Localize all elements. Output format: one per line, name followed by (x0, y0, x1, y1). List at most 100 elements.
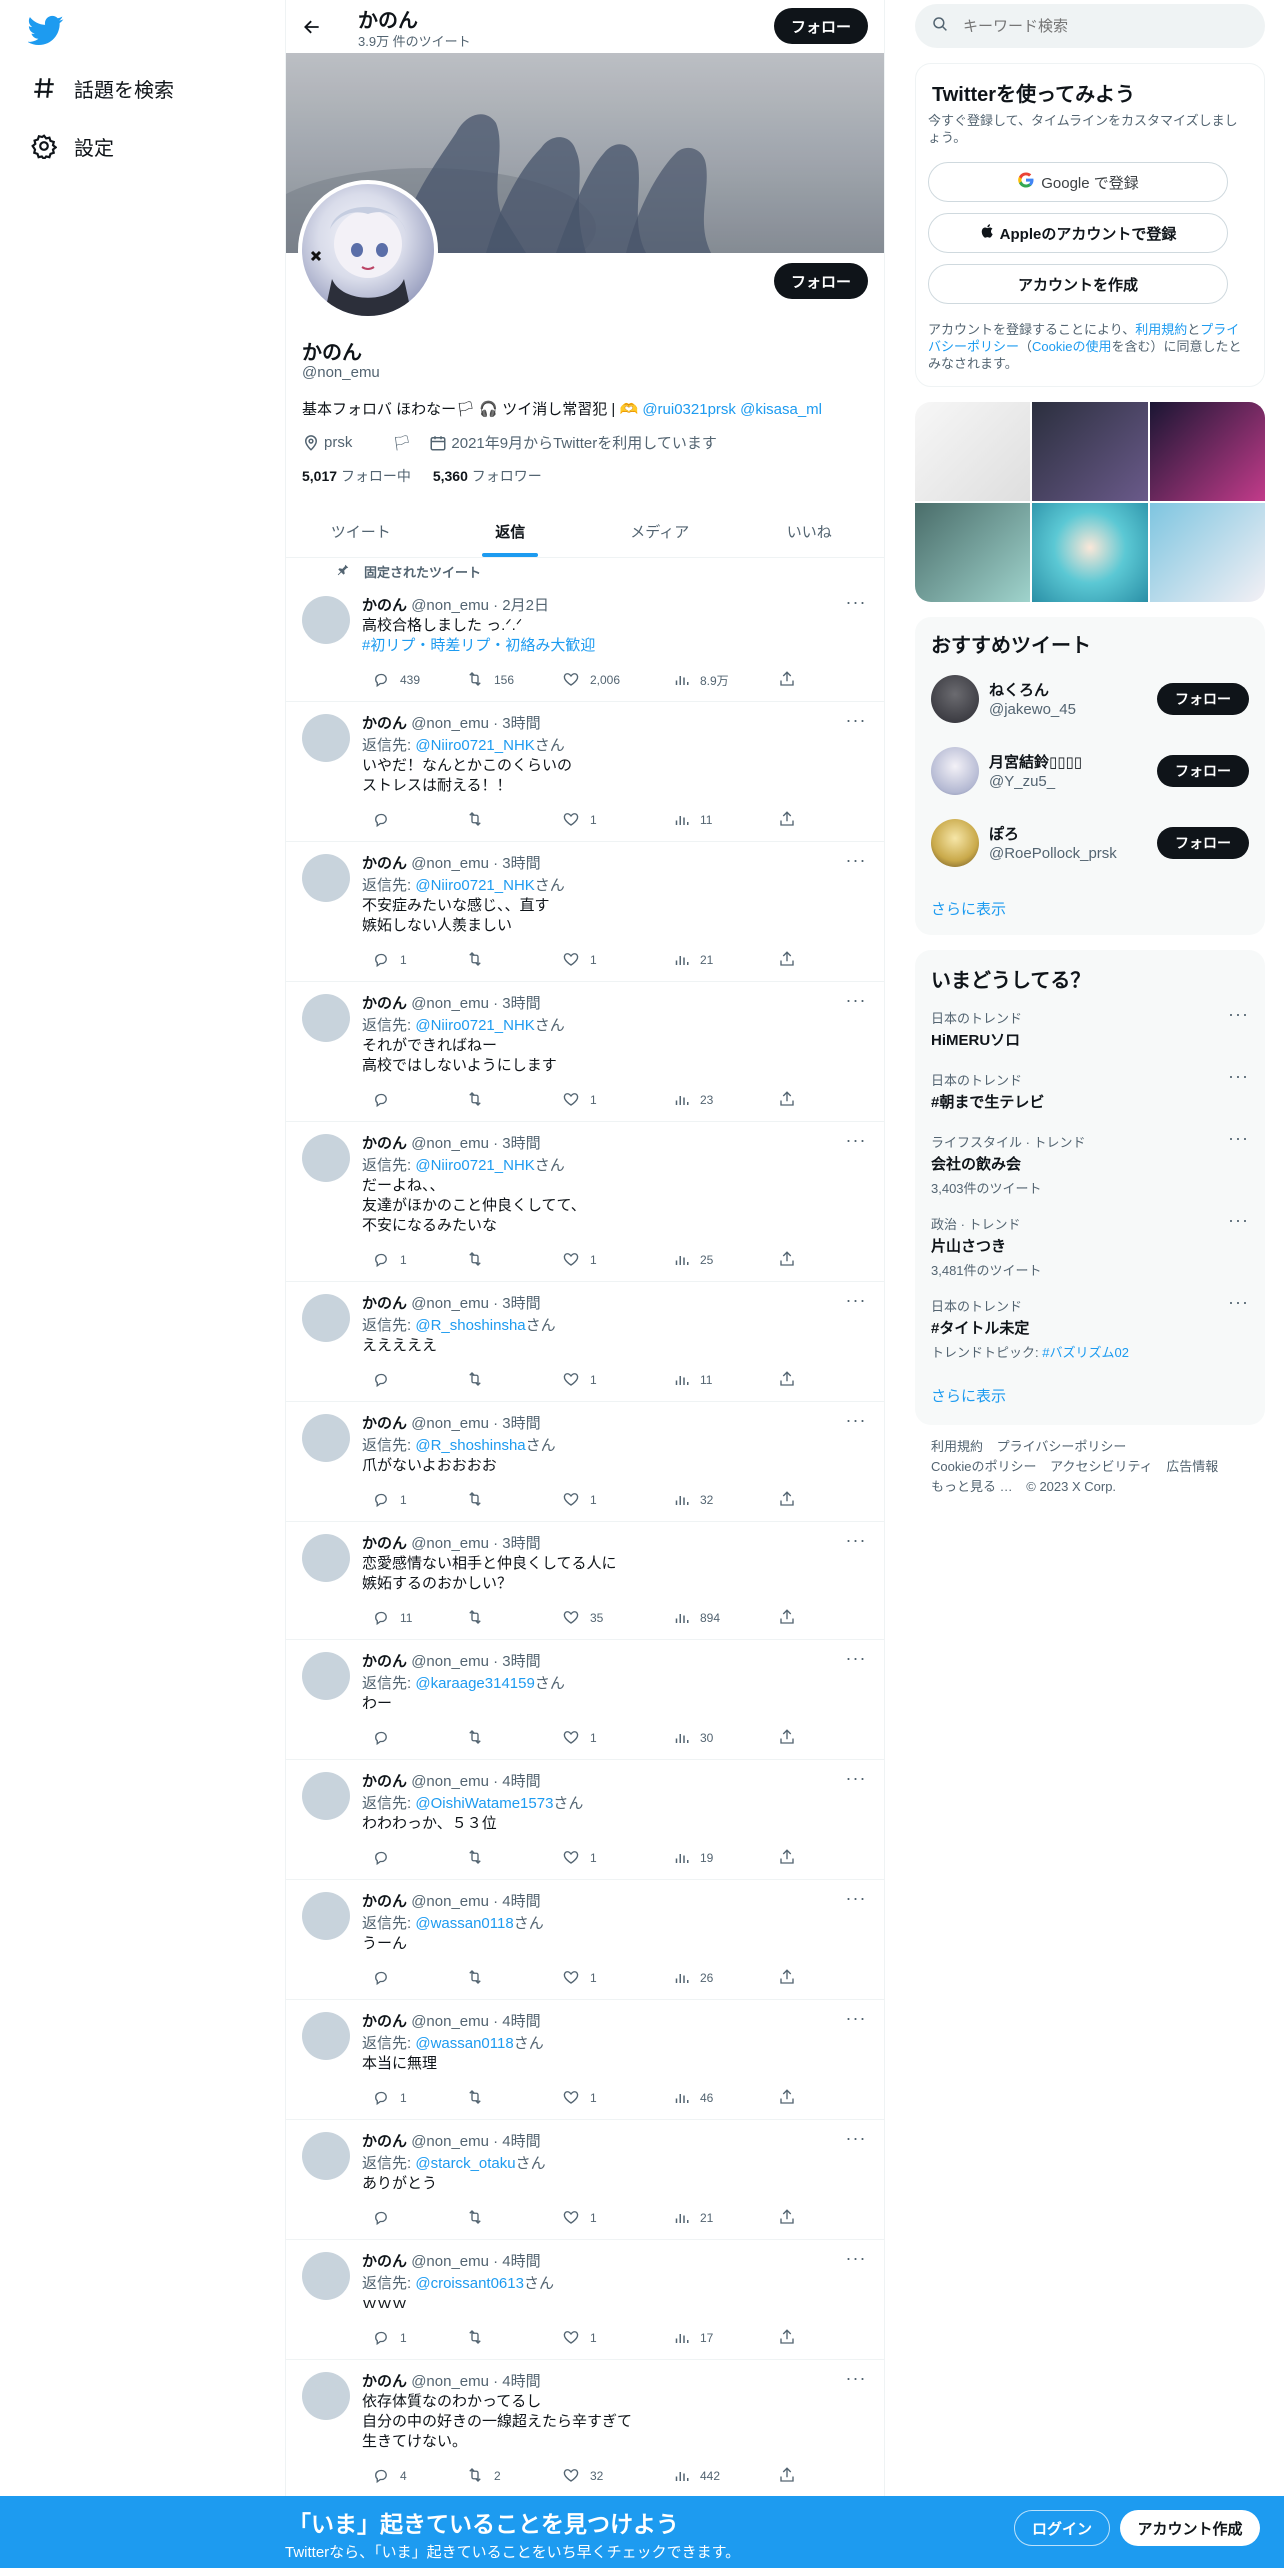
twitter-bird-icon[interactable] (27, 12, 64, 48)
trend-item[interactable]: 日本のトレンド #タイトル未定 トレンドトピック: #バズリズム02 ··· (931, 1293, 1249, 1361)
tweet[interactable]: かのん @non_emu · 4時間 ··· 返信先: @starck_otakuさ… (286, 2120, 884, 2240)
trend-item[interactable]: ライフスタイル · トレンド 会社の飲み会 3,403件のツイート ··· (931, 1129, 1249, 1197)
user-avatar[interactable] (931, 675, 979, 723)
tweet-author-name[interactable]: かのん (362, 1773, 407, 1790)
more-options-icon[interactable]: ··· (844, 593, 868, 616)
recommend-follow-button[interactable]: フォロー (1157, 683, 1249, 715)
login-button[interactable]: ログイン (1014, 2510, 1110, 2546)
more-options-icon[interactable]: ··· (1228, 1129, 1249, 1147)
bio-mention-link[interactable]: @kisasa_ml (740, 401, 822, 418)
like-button[interactable]: 1 (552, 2328, 597, 2349)
tweet[interactable]: かのん @non_emu · 3時間 ··· 返信先: @Niiro0721_NHK… (286, 702, 884, 842)
share-button[interactable] (768, 1728, 796, 1749)
user-avatar[interactable] (931, 819, 979, 867)
tweet-avatar[interactable] (302, 1414, 350, 1462)
tweet-avatar[interactable] (302, 1652, 350, 1700)
followers-link[interactable]: 5,360 フォロワー (433, 468, 542, 484)
reply-to-link[interactable]: @wassan0118 (415, 1915, 513, 1932)
views-button[interactable]: 8.9万 (662, 670, 729, 691)
reply-to-link[interactable]: @R_shoshinsha (415, 1437, 525, 1454)
profile-follow-button[interactable]: フォロー (774, 263, 868, 299)
views-button[interactable]: 17 (662, 2328, 713, 2349)
more-options-icon[interactable]: ··· (844, 851, 868, 874)
tweet[interactable]: かのん @non_emu · 3時間 ··· 返信先: @R_shoshinshaさ… (286, 1402, 884, 1522)
more-options-icon[interactable]: ··· (844, 2129, 868, 2152)
views-button[interactable]: 30 (662, 1728, 713, 1749)
footer-link[interactable]: 広告情報 (1166, 1459, 1218, 1474)
trend-item[interactable]: 日本のトレンド HiMERUソロ ··· (931, 1005, 1249, 1050)
tweet-author-name[interactable]: かのん (362, 597, 407, 614)
tweet[interactable]: かのん @non_emu · 3時間 ··· 返信先: @Niiro0721_NHK… (286, 842, 884, 982)
profile-avatar[interactable] (298, 180, 438, 320)
more-options-icon[interactable]: ··· (1228, 1067, 1249, 1085)
more-options-icon[interactable]: ··· (844, 2009, 868, 2032)
tweet-author-name[interactable]: かのん (362, 1295, 407, 1312)
views-button[interactable]: 46 (662, 2088, 713, 2109)
reply-to-link[interactable]: @Niiro0721_NHK (415, 1017, 534, 1034)
more-options-icon[interactable]: ··· (844, 1889, 868, 1912)
like-button[interactable]: 1 (552, 1090, 597, 1111)
tweet-avatar[interactable] (302, 1772, 350, 1820)
retweet-button[interactable] (456, 2088, 494, 2109)
share-button[interactable] (768, 950, 796, 971)
reply-to-link[interactable]: @starck_otaku (415, 2155, 515, 2172)
share-button[interactable] (768, 2208, 796, 2229)
tab-likes[interactable]: いいね (735, 505, 885, 557)
tab-tweets[interactable]: ツイート (286, 505, 436, 557)
search-input[interactable] (963, 17, 1243, 35)
reply-to-link[interactable]: @croissant0613 (415, 2275, 524, 2292)
reply-to-link[interactable]: @Niiro0721_NHK (415, 737, 534, 754)
more-options-icon[interactable]: ··· (844, 1411, 868, 1434)
views-button[interactable]: 21 (662, 2208, 713, 2229)
tweet-avatar[interactable] (302, 1892, 350, 1940)
recommend-user-row[interactable]: 月宮結鈴▯▯▯▯ @Y_zu5_ フォロー (931, 747, 1249, 797)
views-button[interactable]: 23 (662, 1090, 713, 1111)
more-options-icon[interactable]: ··· (1228, 1211, 1249, 1229)
tweet-author-name[interactable]: かのん (362, 1135, 407, 1152)
tweet-avatar[interactable] (302, 1294, 350, 1342)
retweet-button[interactable] (456, 1848, 494, 1869)
share-button[interactable] (768, 1490, 796, 1511)
reply-button[interactable]: 1 (362, 1490, 407, 1511)
tweet[interactable]: かのん @non_emu · 3時間 ··· 返信先: @Niiro0721_NHK… (286, 982, 884, 1122)
more-options-icon[interactable]: ··· (844, 2369, 868, 2392)
nav-explore[interactable]: 話題を検索 (28, 68, 174, 108)
footer-link[interactable]: 利用規約 (931, 1439, 983, 1454)
tweet-avatar[interactable] (302, 2252, 350, 2300)
views-button[interactable]: 26 (662, 1968, 713, 1989)
tweet-avatar[interactable] (302, 2012, 350, 2060)
tweet-author-name[interactable]: かのん (362, 2373, 407, 2390)
tweet[interactable]: かのん @non_emu · 3時間 ··· 恋愛感情ない相手と仲良くしてる人に 嫉妬… (286, 1522, 884, 1640)
trend-item[interactable]: 日本のトレンド #朝まで生テレビ ··· (931, 1067, 1249, 1112)
reply-button[interactable] (362, 2208, 400, 2229)
terms-link[interactable]: 利用規約 (1135, 322, 1187, 337)
share-button[interactable] (768, 1608, 796, 1629)
views-button[interactable]: 21 (662, 950, 713, 971)
like-button[interactable]: 1 (552, 1250, 597, 1271)
tweet-author-name[interactable]: かのん (362, 855, 407, 872)
retweet-button[interactable]: 156 (456, 670, 514, 691)
more-options-icon[interactable]: ··· (844, 1131, 868, 1154)
views-button[interactable]: 32 (662, 1490, 713, 1511)
like-button[interactable]: 1 (552, 1490, 597, 1511)
like-button[interactable]: 1 (552, 2088, 597, 2109)
tweet[interactable]: かのん @non_emu · 4時間 ··· 返信先: @wassan0118さんう… (286, 1880, 884, 2000)
tweet-author-name[interactable]: かのん (362, 2133, 407, 2150)
views-button[interactable]: 19 (662, 1848, 713, 1869)
like-button[interactable]: 1 (552, 1728, 597, 1749)
views-button[interactable]: 11 (662, 810, 712, 831)
like-button[interactable]: 2,006 (552, 670, 620, 691)
reply-button[interactable]: 1 (362, 950, 407, 971)
tab-media[interactable]: メディア (585, 505, 735, 557)
tweet-avatar[interactable] (302, 2372, 350, 2420)
tweet-author-name[interactable]: かのん (362, 715, 407, 732)
trend-topic-link[interactable]: #バズリズム02 (1042, 1345, 1129, 1360)
reply-to-link[interactable]: @Niiro0721_NHK (415, 1157, 534, 1174)
trend-item[interactable]: 政治 · トレンド 片山さつき 3,481件のツイート ··· (931, 1211, 1249, 1279)
more-options-icon[interactable]: ··· (844, 991, 868, 1014)
tweet[interactable]: かのん @non_emu · 4時間 ··· 返信先: @croissant0613… (286, 2240, 884, 2360)
tweet-avatar[interactable] (302, 1534, 350, 1582)
tweet-avatar[interactable] (302, 714, 350, 762)
share-button[interactable] (768, 1250, 796, 1271)
cookie-link[interactable]: Cookieの使用 (1032, 339, 1111, 354)
